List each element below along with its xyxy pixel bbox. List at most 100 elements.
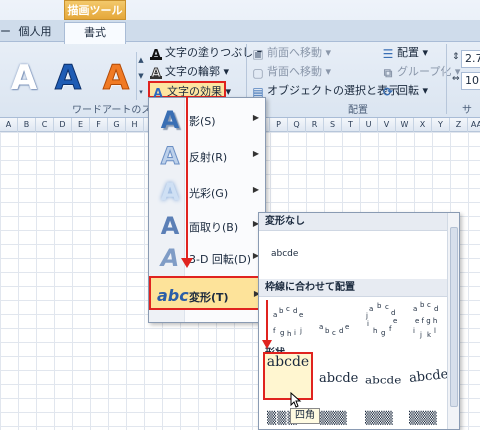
rotate-icon: ⟳ xyxy=(382,85,394,99)
wordart-gallery-scroll[interactable]: ▲ ▼ ▾ xyxy=(136,52,145,100)
svg-text:j: j xyxy=(419,331,422,339)
submenu-arrow-icon: ▶ xyxy=(252,113,259,122)
tab-partial[interactable]: ー xyxy=(0,22,11,43)
mouse-pointer-icon xyxy=(290,392,302,408)
tab-personal[interactable]: 個人用 xyxy=(10,22,60,43)
svg-text:h: h xyxy=(287,330,291,338)
column-header[interactable]: X xyxy=(414,118,432,132)
svg-text:a: a xyxy=(413,305,417,313)
no-transform-sample[interactable]: abcde xyxy=(271,249,298,259)
svg-text:e: e xyxy=(299,311,303,319)
column-header[interactable]: Y xyxy=(432,118,450,132)
warp-sample-chevron[interactable]: abcde xyxy=(365,374,401,386)
circle-sample[interactable]: a b cde fghij xyxy=(365,302,397,337)
svg-text:a: a xyxy=(369,305,373,313)
arch-down-sample[interactable]: abcde xyxy=(319,323,349,337)
wordart-style-orange[interactable]: A xyxy=(98,58,134,99)
column-header[interactable]: S xyxy=(324,118,342,132)
wordart-style-white[interactable]: A xyxy=(6,58,42,98)
column-header[interactable]: Q xyxy=(288,118,306,132)
warp-sample-wave[interactable]: abcde xyxy=(408,367,449,386)
svg-text:d: d xyxy=(434,305,438,313)
3d-rotation-icon: A xyxy=(160,244,180,272)
menu-item-transform[interactable]: abc 変形(T) ▶ xyxy=(149,276,266,310)
svg-text:k: k xyxy=(427,331,432,339)
column-header[interactable]: F xyxy=(90,118,108,132)
send-backward-icon: ▢ xyxy=(252,66,264,80)
svg-text:b: b xyxy=(377,302,382,310)
svg-text:j: j xyxy=(299,327,302,335)
svg-text:l: l xyxy=(434,327,436,335)
section-no-transform: 変形なし xyxy=(259,213,459,231)
column-header[interactable]: Z xyxy=(450,118,468,132)
column-header[interactable]: T xyxy=(342,118,360,132)
menu-item-3d-rotation[interactable]: A 3-D 回転(D) ▶ xyxy=(151,240,263,276)
tab-format[interactable]: 書式 xyxy=(64,22,126,44)
text-effects-button[interactable]: A 文字の効果 ▾ xyxy=(148,81,231,99)
column-header[interactable]: G xyxy=(108,118,126,132)
svg-text:a: a xyxy=(319,323,323,331)
column-header[interactable]: D xyxy=(54,118,72,132)
button-sample[interactable]: abcd e f g h ijkl xyxy=(413,301,438,339)
column-header[interactable]: U xyxy=(360,118,378,132)
drawing-tools-context-tab: 描画ツール xyxy=(64,0,126,20)
warp-sample-triangle[interactable]: abcde xyxy=(319,371,358,386)
send-backward-button[interactable]: ▢ 背面へ移動 ▾ xyxy=(252,63,331,80)
column-header[interactable]: W xyxy=(396,118,414,132)
menu-item-glow[interactable]: A 光彩(G) ▶ xyxy=(151,174,263,210)
column-header[interactable]: R xyxy=(306,118,324,132)
height-icon: ⇕ xyxy=(452,52,460,62)
svg-text:d: d xyxy=(339,327,343,335)
rotate-button[interactable]: ⟳ 回転 ▾ xyxy=(382,82,428,99)
gallery-scrollbar[interactable] xyxy=(447,213,459,429)
column-header[interactable]: AA xyxy=(468,118,480,132)
svg-text:d: d xyxy=(293,307,297,315)
svg-text:e: e xyxy=(345,323,349,331)
menu-item-bevel[interactable]: A 面取り(B) ▶ xyxy=(151,208,263,244)
svg-text:g: g xyxy=(381,329,385,337)
column-header[interactable]: E xyxy=(72,118,90,132)
menu-item-shadow[interactable]: A 影(S) ▶ xyxy=(151,102,263,138)
column-header[interactable]: C xyxy=(36,118,54,132)
svg-text:f: f xyxy=(273,327,276,335)
svg-text:f: f xyxy=(389,325,392,333)
arch-up-sample[interactable]: abcde fghij xyxy=(273,305,303,338)
shape-height-field[interactable]: 2.76 xyxy=(461,50,480,68)
shape-width-field[interactable]: 10.4 xyxy=(461,72,480,90)
bring-forward-button[interactable]: ▣ 前面へ移動 ▾ xyxy=(252,44,331,61)
svg-text:i: i xyxy=(367,320,369,328)
column-header[interactable]: A xyxy=(0,118,18,132)
group-separator xyxy=(446,44,447,114)
text-fill-icon: A xyxy=(150,47,162,61)
width-icon: ⇔ xyxy=(452,74,460,84)
svg-text:b: b xyxy=(420,301,425,309)
selection-pane-button[interactable]: ▤ オブジェクトの選択と表示 xyxy=(252,82,399,99)
svg-text:g: g xyxy=(280,329,284,337)
menu-item-reflection[interactable]: A 反射(R) ▶ xyxy=(151,138,263,174)
size-group-label: サイズ xyxy=(462,105,472,146)
gallery-up-icon[interactable]: ▲ xyxy=(137,52,145,68)
follow-path-samples: abcde fghij abcde a b cde fghij abcd e f g… xyxy=(273,301,438,339)
svg-text:d: d xyxy=(391,309,395,317)
bevel-icon: A xyxy=(160,212,180,240)
column-header[interactable]: P xyxy=(270,118,288,132)
group-button[interactable]: ⧉ グループ化 ▾ xyxy=(382,63,461,80)
gallery-more-icon[interactable]: ▾ xyxy=(137,84,145,100)
transform-icon: abc xyxy=(157,286,189,305)
column-header[interactable]: H xyxy=(126,118,144,132)
svg-text:e: e xyxy=(393,317,397,325)
warp-sample-row2d[interactable]: ▒▒▒ xyxy=(409,411,437,425)
svg-text:c: c xyxy=(286,305,290,313)
align-button[interactable]: ☰ 配置 ▾ xyxy=(382,44,428,61)
warp-sample-row2c[interactable]: ▒▒▒ xyxy=(365,411,393,425)
wordart-style-blue[interactable]: A xyxy=(50,58,86,99)
column-header[interactable]: B xyxy=(18,118,36,132)
svg-text:c: c xyxy=(385,303,389,311)
column-header[interactable]: V xyxy=(378,118,396,132)
warp-sample-square[interactable]: abcde xyxy=(263,352,313,400)
svg-text:b: b xyxy=(325,327,330,335)
text-outline-button[interactable]: A 文字の輪郭 ▾ xyxy=(150,63,229,80)
warp-sample-row2b[interactable]: ▒▒▒ xyxy=(319,411,347,425)
gallery-down-icon[interactable]: ▼ xyxy=(137,68,145,84)
scrollbar-thumb[interactable] xyxy=(450,227,458,407)
